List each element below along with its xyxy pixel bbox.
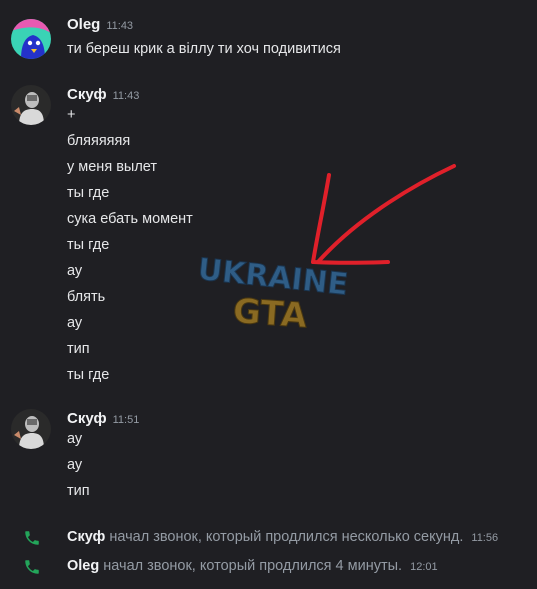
call-author[interactable]: Oleg	[67, 558, 99, 574]
message-text: +	[67, 107, 76, 123]
message-text: ты где	[67, 237, 110, 253]
message-header: Скуф 11:43	[67, 86, 139, 106]
message-text: сука ебать момент	[67, 211, 193, 227]
message-text: тип	[67, 483, 90, 499]
avatar-skuf[interactable]	[11, 85, 51, 125]
message-text: ты где	[67, 185, 110, 201]
author-name[interactable]: Oleg	[67, 16, 100, 33]
phone-icon	[25, 560, 39, 574]
message-text: тип	[67, 341, 90, 357]
phone-icon	[25, 531, 39, 545]
call-timestamp[interactable]: 12:01	[410, 561, 438, 573]
message-text: у меня вылет	[67, 159, 158, 175]
call-author[interactable]: Скуф	[67, 529, 105, 545]
message-group-skuf-2: Скуф 11:51 ау ау тип	[0, 409, 537, 504]
message-group-oleg: Oleg 11:43 ти береш крик а віллу ти хоч п…	[0, 16, 537, 64]
call-text: Oleg начал звонок, который продлился 4 м…	[67, 558, 438, 574]
message-group-skuf-1: Скуф 11:43 + бляяяяяя у меня вылет ты где…	[0, 85, 537, 385]
call-timestamp[interactable]: 11:56	[471, 532, 498, 544]
call-system-message: Oleg начал звонок, который продлился 4 м…	[0, 555, 537, 581]
call-description: начал звонок, который продлился нескольк…	[109, 529, 464, 545]
message-header: Oleg 11:43	[67, 16, 133, 36]
message-text: ти береш крик а віллу ти хоч подивитися	[67, 41, 341, 57]
avatar-oleg[interactable]	[11, 19, 51, 59]
timestamp[interactable]: 11:43	[106, 20, 133, 32]
timestamp[interactable]: 11:43	[113, 90, 140, 102]
call-system-message: Скуф начал звонок, который продлился нес…	[0, 526, 537, 552]
message-text: бляяяяяя	[67, 133, 131, 149]
call-description: начал звонок, который продлился 4 минуты…	[103, 558, 403, 574]
message-text: блять	[67, 289, 106, 305]
message-text: ау	[67, 457, 83, 473]
message-text: ты где	[67, 367, 110, 383]
message-header: Скуф 11:51	[67, 410, 139, 430]
avatar-skuf[interactable]	[11, 409, 51, 449]
message-text: ау	[67, 263, 83, 279]
timestamp[interactable]: 11:51	[113, 414, 140, 426]
message-text: ау	[67, 315, 83, 331]
author-name[interactable]: Скуф	[67, 86, 107, 103]
message-text: ау	[67, 431, 83, 447]
author-name[interactable]: Скуф	[67, 410, 107, 427]
call-text: Скуф начал звонок, который продлился нес…	[67, 529, 498, 545]
